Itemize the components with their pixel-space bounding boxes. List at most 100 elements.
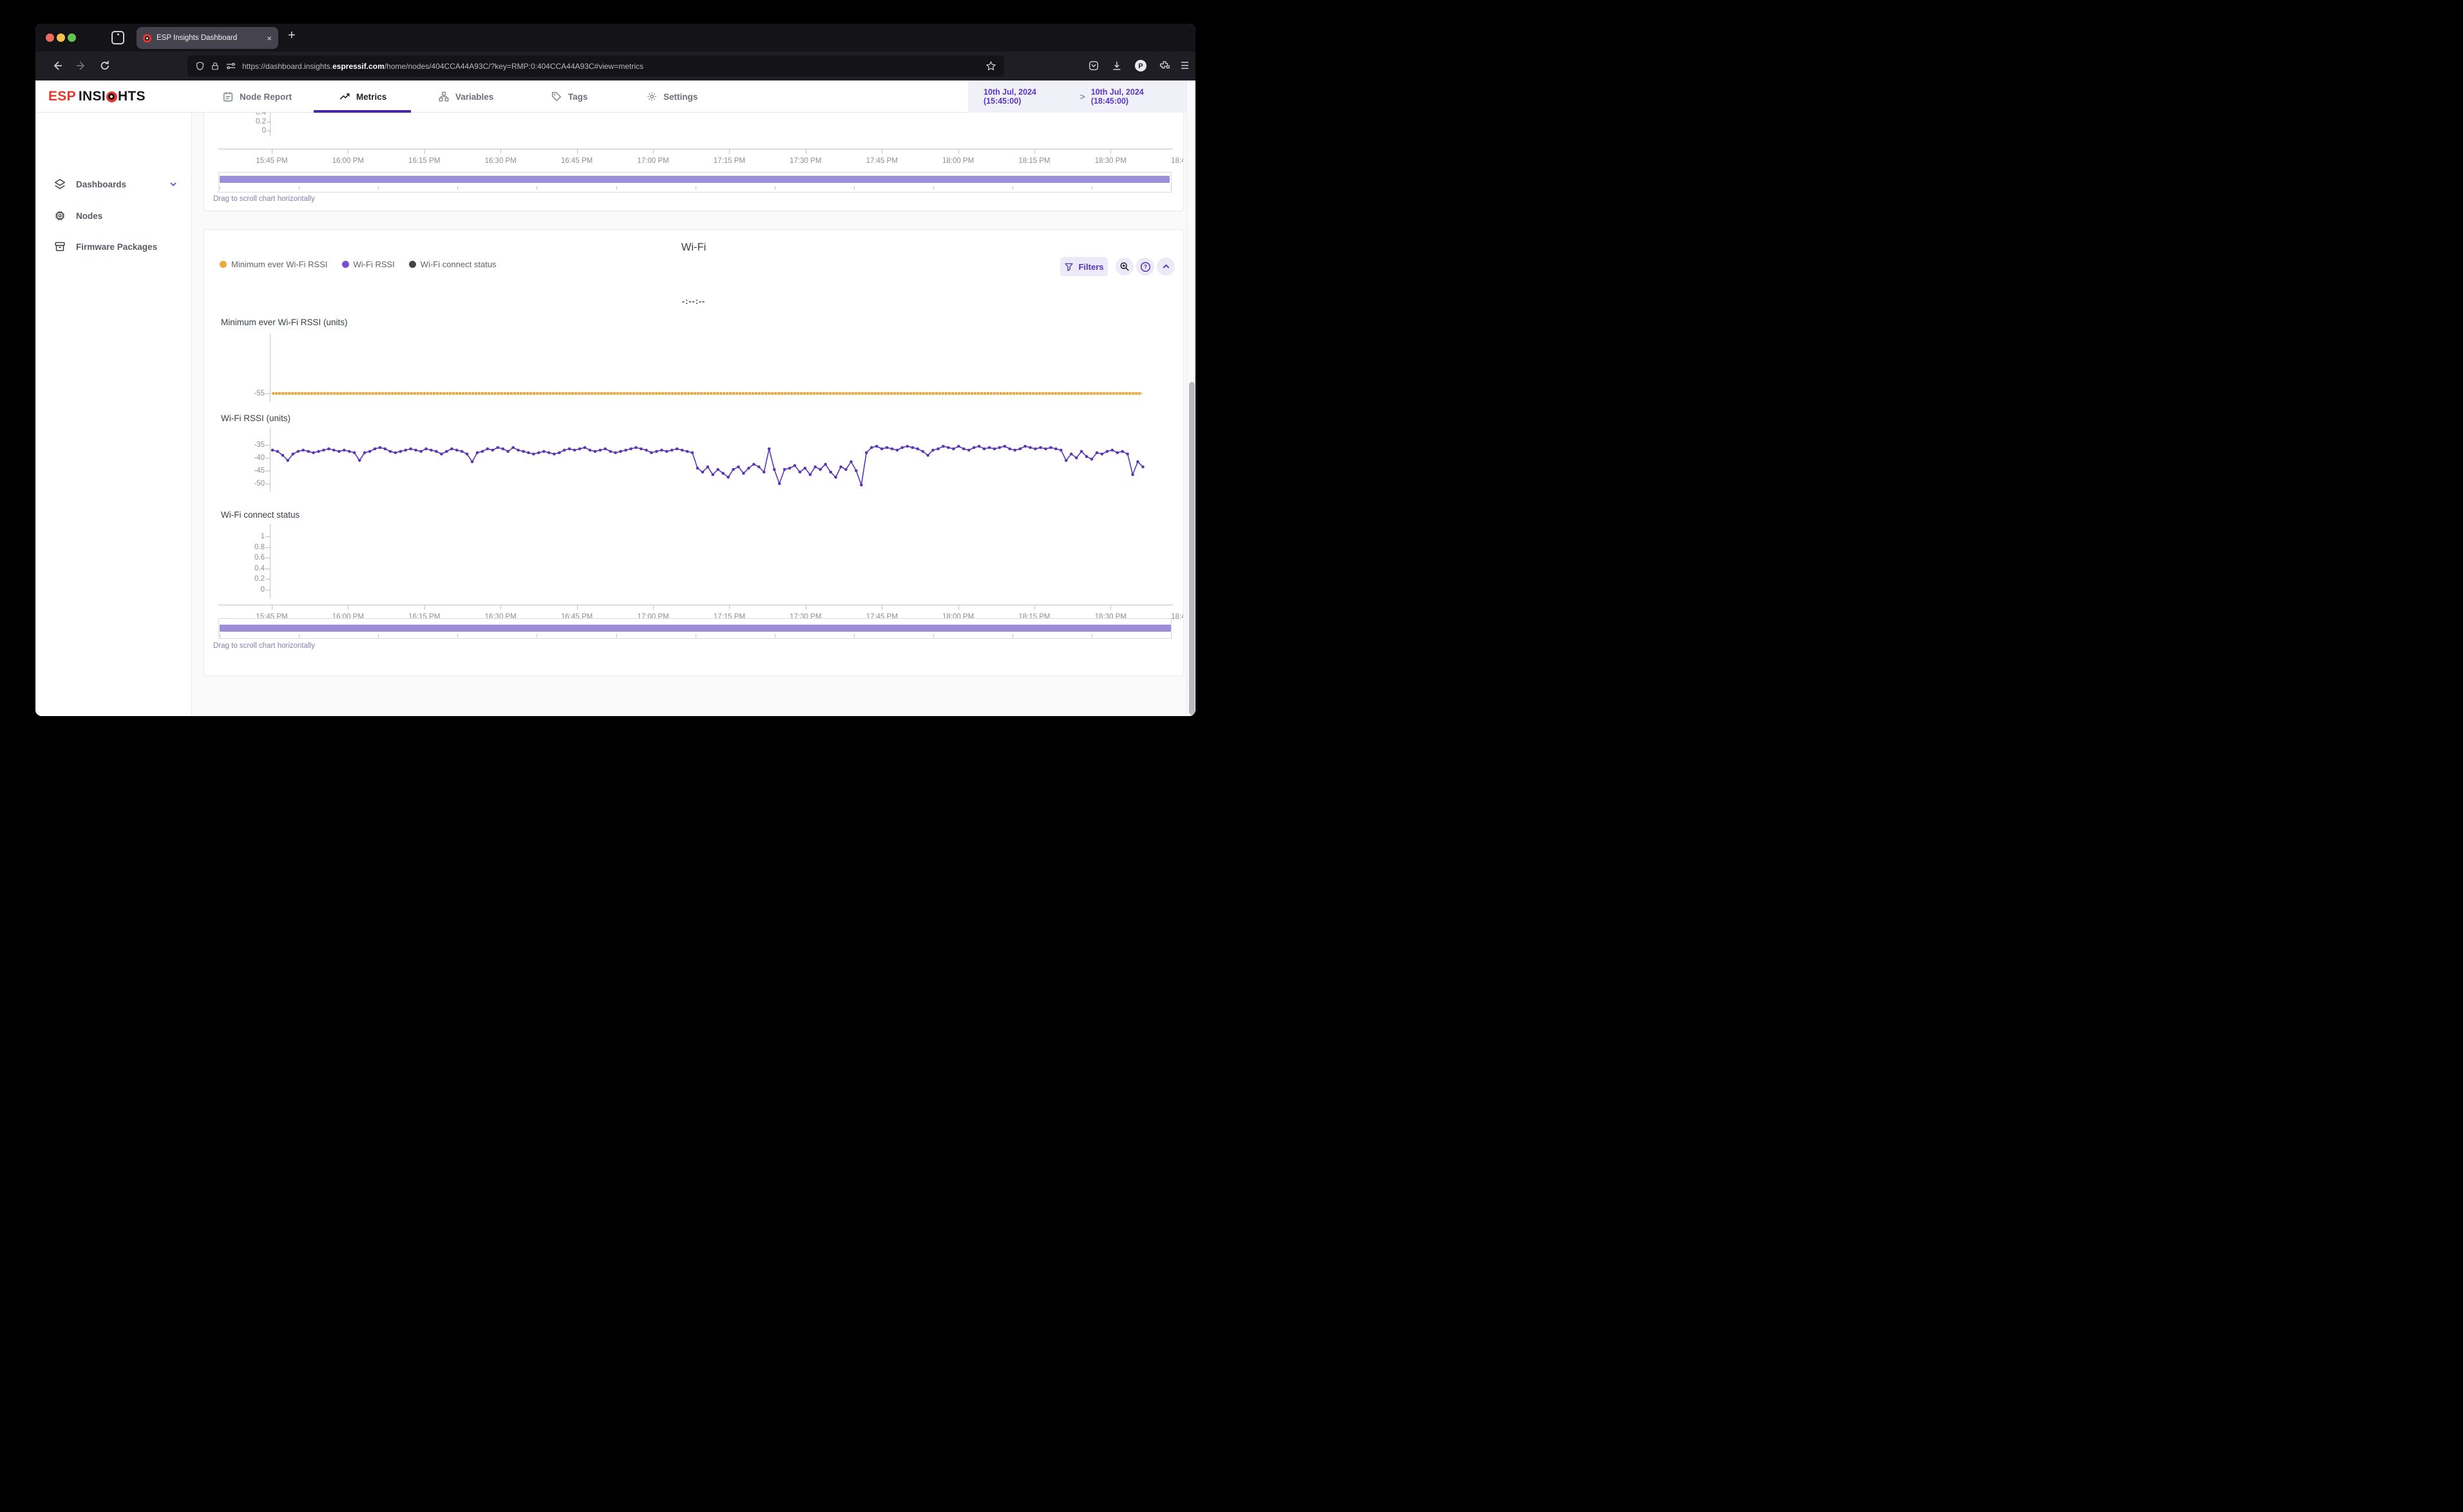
legend-dot-icon bbox=[341, 261, 349, 268]
zoom-window-button[interactable] bbox=[68, 33, 76, 42]
y-tick-dash bbox=[265, 393, 270, 394]
esp-insights-app: ESP INSI HTS Node Report Metrics Variables… bbox=[35, 80, 1195, 716]
y-tick-dash bbox=[265, 547, 270, 548]
chevron-down-icon[interactable] bbox=[169, 180, 178, 189]
close-window-button[interactable] bbox=[46, 33, 54, 42]
tab-node-report[interactable]: Node Report bbox=[222, 80, 292, 113]
drag-hint: Drag to scroll chart horizontally bbox=[213, 195, 315, 203]
time-axis-tick bbox=[729, 149, 730, 154]
esp-insights-logo[interactable]: ESP INSI HTS bbox=[48, 80, 146, 113]
bookmark-star-icon[interactable] bbox=[985, 61, 996, 71]
shield-icon[interactable] bbox=[195, 61, 205, 71]
lock-icon[interactable] bbox=[211, 61, 220, 71]
y-tick-dash bbox=[265, 579, 270, 580]
scrollbar-ticks bbox=[219, 634, 1172, 638]
sidebar-item-label: Dashboards bbox=[76, 179, 127, 189]
y-tick-label: 0 bbox=[260, 585, 265, 594]
date-range-start: 10th Jul, 2024 (15:45:00) bbox=[984, 88, 1036, 106]
collapse-card-button[interactable] bbox=[1157, 258, 1175, 276]
nav-label: Variables bbox=[455, 91, 494, 102]
tab-tags[interactable]: Tags bbox=[551, 80, 588, 113]
previous-chart-card: 0.4 0.2 0 15:45 PM 16:00 PM 16:15 PM 16:30 … bbox=[204, 113, 1184, 211]
sidebar-item-nodes[interactable]: Nodes bbox=[35, 203, 192, 229]
time-axis-label: 18:45 PM bbox=[1171, 157, 1183, 165]
time-axis-tick bbox=[1110, 149, 1112, 154]
filters-label: Filters bbox=[1078, 261, 1104, 272]
url-bar[interactable]: https://dashboard.insights.espressif.com… bbox=[187, 55, 1004, 77]
sidebar-item-account-settings[interactable]: Account Settings bbox=[35, 710, 192, 716]
legend-label: Minimum ever Wi-Fi RSSI bbox=[231, 260, 328, 269]
time-axis-label: 17:45 PM bbox=[866, 157, 898, 165]
nav-label: Node Report bbox=[240, 91, 292, 102]
download-icon[interactable] bbox=[1111, 60, 1123, 71]
y-tick-label: -55 bbox=[254, 390, 265, 397]
browser-window: ESP Insights Dashboard × + https://dashb… bbox=[35, 24, 1195, 716]
chip-icon bbox=[55, 211, 64, 220]
tab-metrics[interactable]: Metrics bbox=[339, 80, 386, 113]
time-axis-tick bbox=[1034, 605, 1035, 610]
filters-button[interactable]: Filters bbox=[1060, 257, 1108, 276]
date-range-picker[interactable]: 10th Jul, 2024 (15:45:00) > 10th Jul, 20… bbox=[984, 80, 1195, 113]
zoom-in-button[interactable] bbox=[1116, 258, 1134, 276]
back-icon[interactable] bbox=[52, 60, 63, 71]
time-axis-tick bbox=[576, 605, 578, 610]
y-tick-label: 1 bbox=[260, 533, 265, 540]
profile-avatar[interactable]: P bbox=[1134, 59, 1147, 72]
time-axis-tick bbox=[958, 149, 959, 154]
time-axis-tick bbox=[500, 149, 502, 154]
chart-horizontal-scrollbar[interactable] bbox=[218, 618, 1172, 639]
extensions-puzzle-icon[interactable] bbox=[1159, 60, 1170, 71]
y-axis-line bbox=[270, 334, 271, 402]
logo-eye-icon bbox=[106, 91, 117, 102]
nav-label: Metrics bbox=[356, 91, 387, 102]
layers-icon bbox=[54, 178, 66, 189]
time-axis-tick bbox=[729, 605, 730, 610]
legend-item-2[interactable]: Wi-Fi connect status bbox=[408, 260, 497, 269]
svg-text:P: P bbox=[1138, 62, 1143, 70]
time-axis-label: 16:00 PM bbox=[332, 157, 365, 165]
time-axis-label: 17:00 PM bbox=[637, 157, 669, 165]
reload-icon[interactable] bbox=[99, 60, 111, 71]
scrollbar-tick bbox=[457, 186, 459, 190]
tab-settings[interactable]: Settings bbox=[646, 80, 698, 113]
page-scrollbar-thumb[interactable] bbox=[1188, 382, 1195, 715]
time-axis-tick bbox=[1034, 149, 1035, 154]
permissions-icon[interactable] bbox=[225, 61, 236, 71]
legend-label: Wi-Fi RSSI bbox=[353, 260, 395, 269]
variables-icon bbox=[439, 91, 449, 102]
wifi-rssi-line-chart[interactable] bbox=[218, 424, 1184, 496]
tab-variables[interactable]: Variables bbox=[438, 80, 493, 113]
scrollbar-tick bbox=[1171, 634, 1172, 638]
time-axis-label: 18:30 PM bbox=[1094, 157, 1127, 165]
pocket-icon[interactable] bbox=[1088, 60, 1099, 71]
scrollbar-tick bbox=[1171, 186, 1172, 190]
browser-toolbar: https://dashboard.insights.espressif.com… bbox=[35, 52, 1195, 80]
sidebar-item-label: Firmware Packages bbox=[76, 241, 158, 252]
tab-close-icon[interactable]: × bbox=[267, 33, 272, 43]
time-axis-label: 16:30 PM bbox=[484, 157, 517, 165]
scrollbar-thumb[interactable] bbox=[220, 625, 1171, 632]
subchart-title: Wi-Fi connect status bbox=[221, 510, 300, 520]
sidebar-item-firmware-packages[interactable]: Firmware Packages bbox=[35, 234, 192, 260]
y-tick-label: 0.2 bbox=[254, 575, 265, 583]
time-axis-tick bbox=[653, 605, 654, 610]
legend-item-0[interactable]: Minimum ever Wi-Fi RSSI bbox=[220, 260, 328, 269]
chart-legend: Minimum ever Wi-Fi RSSI Wi-Fi RSSI Wi-Fi c… bbox=[220, 260, 497, 269]
sidebar-toggle-icon[interactable] bbox=[111, 31, 124, 44]
scrollbar-thumb[interactable] bbox=[220, 176, 1170, 183]
sidebar-item-dashboards[interactable]: Dashboards bbox=[35, 171, 192, 197]
browser-tab[interactable]: ESP Insights Dashboard × bbox=[137, 27, 278, 49]
menu-hamburger-icon[interactable]: ☰ bbox=[1181, 60, 1189, 71]
scrollbar-tick bbox=[299, 634, 300, 638]
y-tick-label: 0.4 bbox=[254, 564, 265, 572]
new-tab-button[interactable]: + bbox=[288, 28, 296, 43]
help-button[interactable]: ? bbox=[1136, 258, 1154, 276]
page-scrollbar[interactable] bbox=[1186, 80, 1195, 716]
time-axis: 15:45 PM 16:00 PM 16:15 PM 16:30 PM 16:45 PM… bbox=[218, 149, 1183, 175]
chart-horizontal-scrollbar[interactable] bbox=[218, 172, 1172, 193]
forward-icon[interactable] bbox=[75, 60, 87, 71]
time-axis-tick bbox=[653, 149, 654, 154]
legend-item-1[interactable]: Wi-Fi RSSI bbox=[341, 260, 395, 269]
drag-hint: Drag to scroll chart horizontally bbox=[213, 642, 315, 650]
minimize-window-button[interactable] bbox=[57, 33, 65, 42]
